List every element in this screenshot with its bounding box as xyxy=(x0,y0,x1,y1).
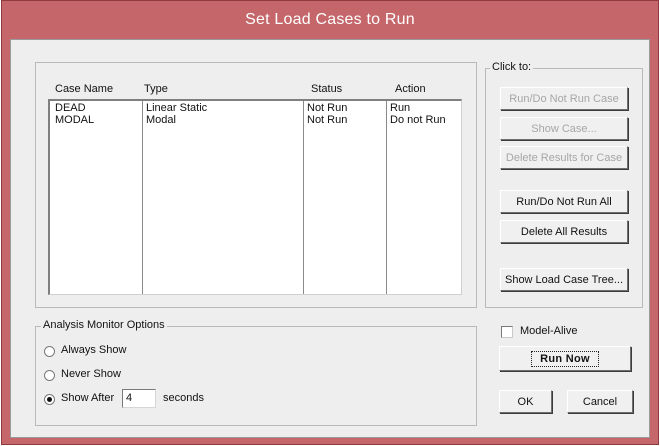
cancel-button[interactable]: Cancel xyxy=(567,390,633,413)
case-status-cell: Not Run xyxy=(307,114,347,126)
column-separator xyxy=(386,101,387,294)
always-show-radio[interactable] xyxy=(44,346,55,357)
show-case-button[interactable]: Show Case... xyxy=(500,117,628,140)
ok-button[interactable]: OK xyxy=(499,390,552,413)
run-now-button[interactable]: Run Now xyxy=(499,346,631,371)
run-do-not-run-all-button[interactable]: Run/Do Not Run All xyxy=(500,190,628,213)
column-separator xyxy=(142,101,143,294)
dialog-title: Set Load Cases to Run xyxy=(2,1,658,39)
run-now-label: Run Now xyxy=(531,351,599,367)
click-to-label: Click to: xyxy=(490,61,533,73)
case-type-cell: Modal xyxy=(146,114,176,126)
analysis-monitor-label: Analysis Monitor Options xyxy=(41,319,167,331)
case-name-cell: MODAL xyxy=(55,114,94,126)
show-after-label: Show After xyxy=(61,392,114,404)
model-alive-checkbox[interactable] xyxy=(501,326,513,338)
never-show-label: Never Show xyxy=(61,368,121,380)
case-action-cell: Run xyxy=(390,102,410,114)
show-load-case-tree-button[interactable]: Show Load Case Tree... xyxy=(500,268,628,291)
run-do-not-run-case-button[interactable]: Run/Do Not Run Case xyxy=(500,87,628,110)
case-type-cell: Linear Static xyxy=(146,102,207,114)
never-show-radio[interactable] xyxy=(44,370,55,381)
dialog-window: Set Load Cases to Run Case Name Type Sta… xyxy=(1,0,659,445)
column-header-status: Status xyxy=(311,83,342,95)
delete-results-for-case-button[interactable]: Delete Results for Case xyxy=(500,146,628,169)
case-action-cell: Do not Run xyxy=(390,114,446,126)
show-after-seconds-input[interactable]: 4 xyxy=(122,389,156,408)
delete-all-results-button[interactable]: Delete All Results xyxy=(500,220,628,243)
model-alive-label: Model-Alive xyxy=(520,325,577,337)
show-after-radio[interactable] xyxy=(44,394,55,405)
column-header-action: Action xyxy=(395,83,426,95)
load-cases-list[interactable]: DEAD Linear Static Not Run Run MODAL Mod… xyxy=(48,99,462,295)
always-show-label: Always Show xyxy=(61,344,126,356)
case-status-cell: Not Run xyxy=(307,102,347,114)
column-separator xyxy=(303,101,304,294)
seconds-label: seconds xyxy=(163,392,204,404)
case-name-cell: DEAD xyxy=(55,102,86,114)
dialog-body: Case Name Type Status Action DEAD Linear… xyxy=(10,39,650,438)
column-header-type: Type xyxy=(144,83,168,95)
column-header-case-name: Case Name xyxy=(55,83,113,95)
